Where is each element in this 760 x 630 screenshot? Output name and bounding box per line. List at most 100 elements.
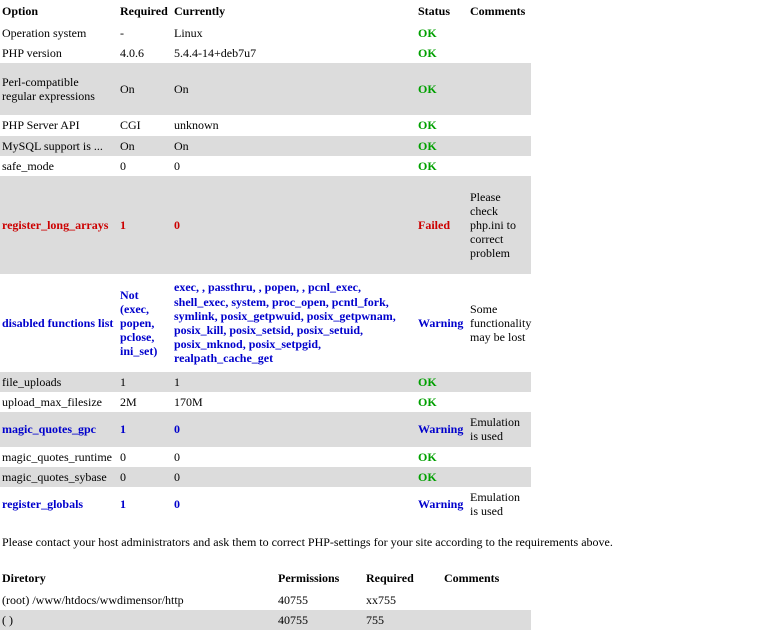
cell-required: 4.0.6: [118, 43, 172, 64]
column-header-option: Option: [2, 4, 39, 18]
host-admin-notice: Please contact your host administrators …: [2, 535, 613, 550]
cell-comments: [468, 446, 531, 467]
status-badge: Warning: [416, 273, 468, 372]
cell-comments: [468, 23, 531, 44]
status-badge: Failed: [416, 175, 468, 274]
cell-currently: 170M: [172, 392, 416, 413]
cell-required: CGI: [118, 115, 172, 136]
status-badge: OK: [416, 446, 468, 467]
directories-table-body: (root) /www/htdocs/wwdimensor/http 40755…: [0, 589, 531, 630]
cell-required: 1: [118, 412, 172, 447]
requirements-table-body: Operation system - Linux OK PHP version …: [0, 23, 531, 522]
status-badge: OK: [416, 43, 468, 64]
cell-required: 1: [118, 371, 172, 393]
cell-comments: Emulation is used: [468, 486, 531, 522]
column-header-permissions: Permissions: [278, 570, 340, 585]
cell-required: 0: [118, 466, 172, 487]
php-requirements-table: Option Required Currently Status Comment…: [0, 0, 531, 522]
cell-currently: On: [172, 63, 416, 116]
cell-comments: Please check php.ini to correct problem: [468, 175, 531, 274]
status-badge: OK: [416, 23, 468, 44]
cell-comments: [468, 43, 531, 64]
table-row: file_uploads 1 1 OK: [0, 371, 531, 393]
cell-option: safe_mode: [0, 155, 118, 176]
cell-currently: 0: [172, 175, 416, 274]
cell-comments: Some functionality may be lost: [468, 273, 531, 372]
cell-option: upload_max_filesize: [0, 392, 118, 413]
cell-currently: Linux: [172, 23, 416, 44]
cell-comments: [468, 63, 531, 116]
table-row: ( ) 40755 755: [0, 609, 531, 630]
cell-required: On: [118, 135, 172, 156]
table-row: PHP version 4.0.6 5.4.4-14+deb7u7 OK: [0, 43, 531, 64]
cell-comments: [468, 371, 531, 393]
cell-required: 0: [118, 446, 172, 467]
table-row: Perl-compatible regular expressions On O…: [0, 63, 531, 116]
cell-required: -: [118, 23, 172, 44]
status-badge: OK: [416, 371, 468, 393]
table-row: MySQL support is ... On On OK: [0, 135, 531, 156]
cell-currently: On: [172, 135, 416, 156]
cell-required: Not (exec, popen, pclose, ini_set): [118, 273, 172, 372]
status-badge: OK: [416, 135, 468, 156]
cell-option: MySQL support is ...: [0, 135, 118, 156]
table-row: disabled functions list Not (exec, popen…: [0, 273, 531, 372]
column-header-comments: Comments: [444, 570, 500, 585]
cell-currently: 0: [172, 466, 416, 487]
table-row: safe_mode 0 0 OK: [0, 155, 531, 176]
column-header-status: Status: [418, 4, 451, 18]
cell-comments: [468, 392, 531, 413]
table-row: upload_max_filesize 2M 170M OK: [0, 392, 531, 413]
directories-table-head: Diretory Permissions Required Comments: [0, 568, 531, 590]
column-header-directory: Diretory: [2, 570, 46, 585]
status-badge: Warning: [416, 412, 468, 447]
column-header-required: Required: [366, 570, 414, 585]
column-header-currently: Currently: [174, 4, 226, 18]
cell-option: Operation system: [0, 23, 118, 44]
status-badge: OK: [416, 63, 468, 116]
status-badge: OK: [416, 466, 468, 487]
cell-option: magic_quotes_gpc: [0, 412, 118, 447]
cell-currently: 0: [172, 486, 416, 522]
cell-comments: [468, 115, 531, 136]
cell-currently: unknown: [172, 115, 416, 136]
cell-required: 1: [118, 486, 172, 522]
cell-comments: [442, 609, 531, 630]
cell-option: magic_quotes_runtime: [0, 446, 118, 467]
requirements-table-head: Option Required Currently Status Comment…: [0, 0, 531, 23]
cell-required: 2M: [118, 392, 172, 413]
cell-option: PHP version: [0, 43, 118, 64]
table-row: magic_quotes_runtime 0 0 OK: [0, 446, 531, 467]
status-badge: OK: [416, 392, 468, 413]
table-row: magic_quotes_sybase 0 0 OK: [0, 466, 531, 487]
status-badge: Warning: [416, 486, 468, 522]
cell-required: 755: [364, 609, 442, 630]
cell-comments: Emulation is used: [468, 412, 531, 447]
column-header-required: Required: [120, 4, 168, 18]
cell-option: register_globals: [0, 486, 118, 522]
cell-option: Perl-compatible regular expressions: [0, 63, 118, 116]
table-row: PHP Server API CGI unknown OK: [0, 115, 531, 136]
cell-currently: 0: [172, 446, 416, 467]
page-root: Option Required Currently Status Comment…: [0, 0, 760, 630]
directory-permissions-table: Diretory Permissions Required Comments (…: [0, 568, 531, 630]
cell-option: disabled functions list: [0, 273, 118, 372]
cell-option: register_long_arrays: [0, 175, 118, 274]
cell-currently: 0: [172, 155, 416, 176]
cell-currently: 1: [172, 371, 416, 393]
cell-comments: [468, 135, 531, 156]
table-row: register_globals 1 0 Warning Emulation i…: [0, 486, 531, 522]
requirements-header-row: Option Required Currently Status Comment…: [0, 0, 531, 23]
status-badge: OK: [416, 155, 468, 176]
cell-currently: exec, , passthru, , popen, , pcnl_exec, …: [172, 273, 416, 372]
column-header-comments: Comments: [470, 4, 526, 18]
table-row: magic_quotes_gpc 1 0 Warning Emulation i…: [0, 412, 531, 447]
cell-required: 0: [118, 155, 172, 176]
cell-comments: [468, 466, 531, 487]
table-row: Operation system - Linux OK: [0, 23, 531, 44]
directories-header-row: Diretory Permissions Required Comments: [0, 568, 531, 590]
cell-option: file_uploads: [0, 371, 118, 393]
status-badge: OK: [416, 115, 468, 136]
cell-comments: [468, 155, 531, 176]
cell-required: 1: [118, 175, 172, 274]
